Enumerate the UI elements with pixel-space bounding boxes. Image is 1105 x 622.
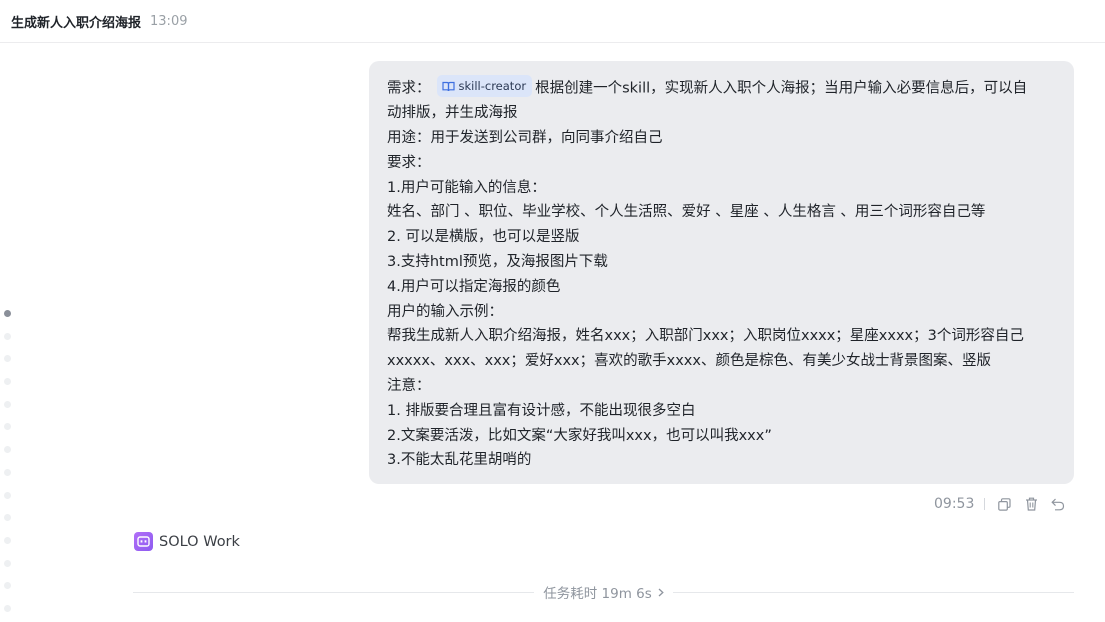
message-line: 3.不能太乱花里胡哨的 <box>387 452 532 469</box>
nav-dot[interactable] <box>4 446 11 454</box>
message-line: 需求： skill-creator 根据创建一个skill，实现新人入职个人海报… <box>387 75 1056 101</box>
task-duration-divider: 任务耗时 19m 6s <box>133 582 1075 602</box>
conversation-time: 13:09 <box>150 13 188 29</box>
message-line: 动排版，并生成海报 <box>387 105 518 122</box>
message-line: 姓名、部门 、职位、毕业学校、个人生活照、爱好 、星座 、人生格言 、用三个词形… <box>387 204 986 221</box>
skill-chip-label: skill-creator <box>458 79 527 93</box>
divider <box>672 591 1075 593</box>
message-meta: 09:53 <box>934 494 1066 514</box>
nav-dot[interactable] <box>4 310 11 317</box>
message-line: 1. 排版要合理且富有设计感，不能出现很多空白 <box>387 402 696 419</box>
nav-dot[interactable] <box>4 559 11 567</box>
message-line: 1.用户可能输入的信息： <box>387 179 546 196</box>
message-line: 3.支持html预览，及海报图片下载 <box>387 254 608 271</box>
undo-icon[interactable] <box>1050 496 1066 512</box>
message-line: 要求： <box>387 154 431 171</box>
nav-dot[interactable] <box>4 400 11 408</box>
message-line: 2.文案要活泼，比如文案“大家好我叫xxx，也可以叫我xxx” <box>387 427 772 444</box>
message-time: 09:53 <box>934 496 975 512</box>
delete-icon[interactable] <box>1023 496 1039 512</box>
message-line: 帮我生成新人入职介绍海报，姓名xxx；入职部门xxx；入职岗位xxxx；星座xx… <box>387 328 1024 345</box>
nav-dot[interactable] <box>4 332 11 340</box>
message-line: 注意： <box>387 378 431 395</box>
conversation-title: 生成新人入职介绍海报 <box>11 15 142 31</box>
nav-dot[interactable] <box>4 468 11 476</box>
nav-dot[interactable] <box>4 423 11 431</box>
nav-dot[interactable] <box>4 536 11 544</box>
message-line: 4.用户可以指定海报的颜色 <box>387 278 561 295</box>
agent-name: SOLO Work <box>159 533 240 550</box>
chevron-right-icon <box>658 588 664 596</box>
copy-icon[interactable] <box>996 496 1012 512</box>
nav-dot[interactable] <box>4 514 11 522</box>
skill-chip[interactable]: skill-creator <box>436 75 533 97</box>
message-text: 需求： <box>387 80 431 97</box>
nav-dot[interactable] <box>4 378 11 386</box>
nav-dot[interactable] <box>4 355 11 363</box>
message-text: 根据创建一个skill，实现新人入职个人海报；当用户输入必要信息后，可以自 <box>535 80 1028 97</box>
agent-label: SOLO Work <box>134 532 240 551</box>
message-line: xxxxx、xxx、xxx；爱好xxx；喜欢的歌手xxxx、颜色是棕色、有美少女… <box>387 353 991 370</box>
message-navigation-rail <box>4 310 14 622</box>
message-line: 2. 可以是横版，也可以是竖版 <box>387 229 580 246</box>
message-line: 用户的输入示例： <box>387 303 503 320</box>
divider <box>133 591 535 593</box>
nav-dot[interactable] <box>4 604 11 612</box>
nav-dot[interactable] <box>4 582 11 590</box>
user-message-bubble: 需求： skill-creator 根据创建一个skill，实现新人入职个人海报… <box>369 61 1074 484</box>
nav-dot[interactable] <box>4 491 11 499</box>
message-line: 用途：用于发送到公司群，向同事介绍自己 <box>387 130 663 147</box>
task-duration-toggle[interactable]: 任务耗时 19m 6s <box>534 582 673 602</box>
divider <box>984 498 986 510</box>
robot-icon <box>134 532 153 551</box>
task-duration-label: 任务耗时 19m 6s <box>543 586 652 602</box>
conversation-header: 生成新人入职介绍海报 13:09 <box>0 0 1105 43</box>
book-icon <box>441 81 455 91</box>
